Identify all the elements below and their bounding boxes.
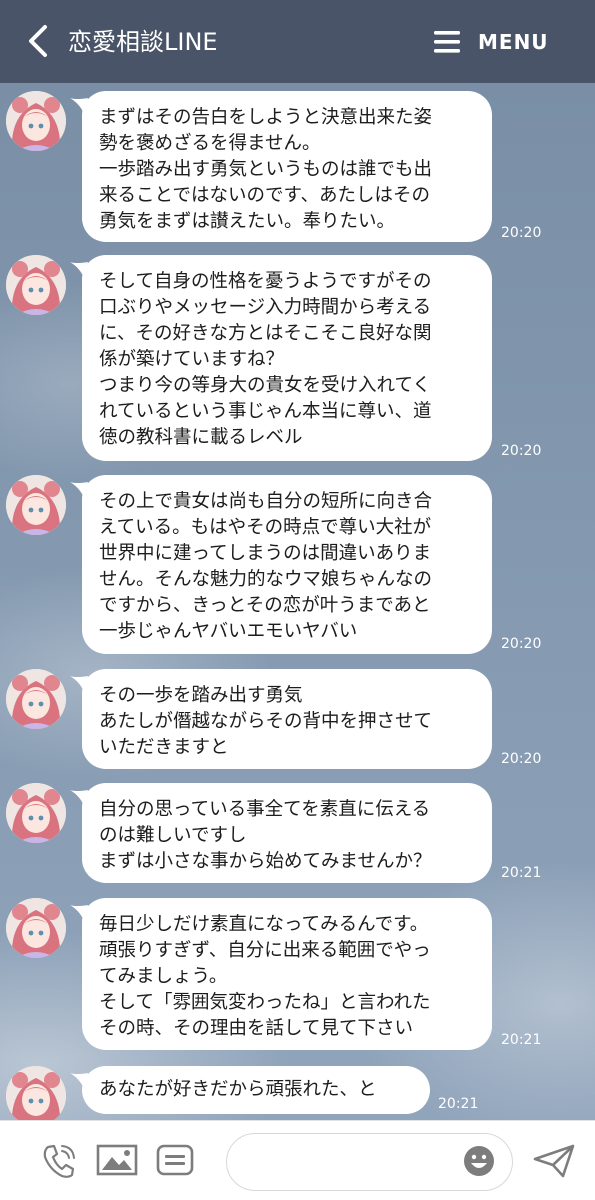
avatar[interactable] — [6, 1066, 66, 1120]
message-bubble[interactable]: まずはその告白をしようと決意出来た姿 勢を褒めざるを得ません。 一歩踏み出す勇気… — [82, 91, 492, 242]
avatar[interactable] — [6, 898, 66, 958]
emoji-icon[interactable] — [463, 1145, 495, 1177]
avatar-image — [6, 783, 66, 843]
chat-header: 恋愛相談LINE MENU — [0, 0, 595, 83]
avatar[interactable] — [6, 91, 66, 151]
avatar-image — [6, 255, 66, 315]
keyboard-icon[interactable] — [156, 1143, 194, 1177]
avatar[interactable] — [6, 669, 66, 729]
avatar[interactable] — [6, 255, 66, 315]
message-bubble[interactable]: 毎日少しだけ素直になってみるんです。 頑張りすぎず、自分に出来る範囲でやっ てみ… — [82, 898, 492, 1050]
menu-button[interactable]: MENU — [434, 26, 549, 58]
chat-title: 恋愛相談LINE — [68, 28, 218, 56]
avatar-image — [6, 1066, 66, 1120]
avatar-image — [6, 669, 66, 729]
message-bubble[interactable]: 自分の思っている事全てを素直に伝える のは難しいですし まずは小さな事から始めて… — [82, 783, 492, 883]
send-icon[interactable] — [532, 1143, 576, 1179]
message-time: 20:20 — [501, 636, 542, 652]
message-time: 20:21 — [501, 1032, 542, 1048]
message-bubble[interactable]: その一歩を踏み出す勇気 あたしが僭越ながらその背中を押させて いただきますと — [82, 669, 492, 769]
message-time: 20:20 — [501, 225, 542, 241]
menu-label: MENU — [478, 30, 549, 54]
message-time: 20:21 — [438, 1096, 479, 1112]
avatar-image — [6, 475, 66, 535]
message-bubble[interactable]: そして自身の性格を憂うようですがその 口ぶりやメッセージ入力時間から考える に、… — [82, 255, 492, 461]
input-bar — [0, 1120, 595, 1200]
avatar[interactable] — [6, 475, 66, 535]
call-icon[interactable] — [42, 1143, 76, 1179]
message-time: 20:20 — [501, 751, 542, 767]
image-icon[interactable] — [96, 1143, 138, 1177]
message-time: 20:20 — [501, 443, 542, 459]
message-bubble[interactable]: あなたが好きだから頑張れた、と — [82, 1066, 430, 1114]
message-time: 20:21 — [501, 865, 542, 881]
menu-icon — [434, 31, 460, 53]
avatar-image — [6, 91, 66, 151]
avatar-image — [6, 898, 66, 958]
chat-area[interactable]: まずはその告白をしようと決意出来た姿 勢を褒めざるを得ません。 一歩踏み出す勇気… — [0, 83, 595, 1120]
back-button[interactable] — [18, 21, 58, 61]
back-icon — [29, 25, 47, 57]
message-bubble[interactable]: その上で貴女は尚も自分の短所に向き合 えている。もはやその時点で尊い大社が 世界… — [82, 475, 492, 654]
avatar[interactable] — [6, 783, 66, 843]
